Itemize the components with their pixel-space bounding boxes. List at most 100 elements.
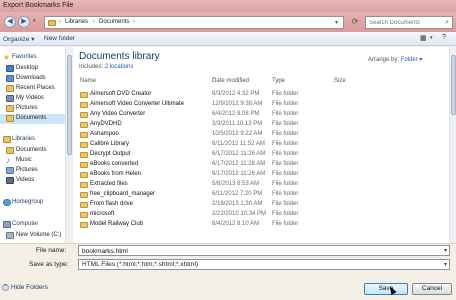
file-type: File folder xyxy=(272,151,299,157)
search-box[interactable]: ⌕ xyxy=(365,16,453,29)
save-as-type-value: HTML Files (*.html;*.htm;*.shtml;*.xhtml… xyxy=(82,261,199,268)
hide-folders-label: Hide Folders xyxy=(11,284,48,292)
nav-downloads[interactable]: Downloads xyxy=(0,74,70,84)
nav-pictures-library[interactable]: Pictures xyxy=(0,166,70,176)
file-row[interactable]: Any Video Converter 6/4/2012 9:08 PM Fil… xyxy=(73,110,443,120)
file-type: File folder xyxy=(272,161,299,167)
folder-icon xyxy=(80,202,88,208)
file-name: Aimersoft DVD Creator xyxy=(90,91,152,97)
includes-prefix: Includes: xyxy=(79,64,105,70)
forward-button[interactable]: ▶ xyxy=(18,16,30,28)
history-chevron-icon[interactable]: ▾ xyxy=(33,18,36,24)
breadcrumb-documents[interactable]: Documents xyxy=(99,19,129,25)
file-row[interactable]: free_clipboard_manager 6/11/2012 7:20 PM… xyxy=(73,190,443,200)
column-header-name[interactable]: Name xyxy=(80,78,96,84)
nav-music[interactable]: ♪ Music xyxy=(0,156,70,166)
save-button[interactable]: Save xyxy=(364,283,408,295)
column-header-date[interactable]: Date modified xyxy=(212,78,249,84)
collapse-icon: ^ xyxy=(2,284,9,291)
file-row[interactable]: Aimersoft Video Converter Ultimate 12/9/… xyxy=(73,100,443,110)
nav-scrollbar-thumb[interactable] xyxy=(67,55,72,155)
help-icon[interactable]: ? xyxy=(442,34,446,41)
nav-label: Pictures xyxy=(16,167,38,173)
breadcrumb-chevron-icon[interactable]: › xyxy=(133,19,135,25)
organize-menu-button[interactable]: Organize ▾ xyxy=(3,35,34,43)
file-name-field[interactable]: ▾ xyxy=(78,245,450,256)
nav-new-volume-c[interactable]: New Volume (C:) xyxy=(0,231,70,241)
includes-locations-link[interactable]: 2 locations xyxy=(105,64,134,70)
nav-label: Pictures xyxy=(16,105,38,111)
file-type: File folder xyxy=(272,211,299,217)
file-row[interactable]: From flash drive 2/18/2013 1:30 AM File … xyxy=(73,200,443,210)
view-dropdown-icon[interactable]: ▾ xyxy=(430,35,433,41)
file-type: File folder xyxy=(272,181,299,187)
search-input[interactable] xyxy=(369,18,439,28)
folder-icon xyxy=(80,212,88,218)
breadcrumb-chevron-icon[interactable]: › xyxy=(59,19,61,25)
view-options-icon[interactable]: ▦ xyxy=(420,34,427,42)
nav-recent-places[interactable]: Recent Places xyxy=(0,84,70,94)
nav-pictures-favorite[interactable]: Pictures xyxy=(0,104,70,114)
file-list-scrollbar-thumb[interactable] xyxy=(451,55,456,115)
arrange-by-dropdown[interactable]: Folder ▾ xyxy=(401,57,423,63)
forward-arrow-icon: ▶ xyxy=(21,18,27,25)
file-row[interactable]: eBooks converted 6/17/2012 11:28 AM File… xyxy=(73,160,443,170)
file-row[interactable]: microsoft 2/22/2010 10:34 PM File folder xyxy=(73,210,443,220)
nav-label: Documents xyxy=(16,147,47,153)
nav-desktop[interactable]: Desktop xyxy=(0,64,70,74)
save-as-type-select[interactable]: HTML Files (*.html;*.htm;*.shtml;*.xhtml… xyxy=(78,259,450,270)
nav-scrollbar[interactable] xyxy=(65,47,72,243)
file-row[interactable]: Model Railway Club 6/4/2012 8:10 AM File… xyxy=(73,220,443,230)
file-list-pane: Documents library Includes: 2 locations … xyxy=(73,47,449,243)
nav-favorites[interactable]: ★ Favorites xyxy=(0,53,70,63)
file-row[interactable]: Extracted files 5/8/2013 8:53 AM File fo… xyxy=(73,180,443,190)
back-button[interactable]: ◀ xyxy=(4,16,16,28)
nav-computer[interactable]: Computer xyxy=(0,220,70,230)
search-icon[interactable]: ⌕ xyxy=(445,19,449,27)
downloads-icon xyxy=(6,75,14,82)
folder-icon xyxy=(80,172,88,178)
breadcrumb-libraries[interactable]: Libraries xyxy=(65,19,88,25)
file-name-dropdown-icon[interactable]: ▾ xyxy=(444,247,447,254)
pictures-icon xyxy=(6,167,14,174)
file-date: 6/11/2012 11:52 AM xyxy=(212,141,265,147)
star-icon: ★ xyxy=(3,53,11,62)
new-folder-button[interactable]: New folder xyxy=(44,35,75,42)
column-header-size[interactable]: Size xyxy=(334,78,346,84)
file-row[interactable]: Aimersoft DVD Creator 8/3/2012 4:32 PM F… xyxy=(73,90,443,100)
nav-label: Desktop xyxy=(16,65,39,71)
nav-libraries[interactable]: Libraries xyxy=(0,135,70,145)
nav-label: Downloads xyxy=(16,75,46,81)
file-type: File folder xyxy=(272,131,299,137)
save-as-type-dropdown-icon[interactable]: ▾ xyxy=(444,261,447,268)
nav-my-videos[interactable]: My Videos xyxy=(0,94,70,104)
cancel-button[interactable]: Cancel xyxy=(412,283,452,295)
address-bar[interactable]: › Libraries › Documents › ▾ xyxy=(44,16,344,29)
title-bar: Export Bookmarks File xyxy=(0,0,456,12)
refresh-button[interactable]: ⟳ xyxy=(348,16,362,29)
file-date: 2/18/2013 1:30 AM xyxy=(212,201,263,207)
nav-label: New Volume (C:) xyxy=(16,232,62,238)
file-list-scrollbar[interactable] xyxy=(449,47,456,243)
file-type: File folder xyxy=(272,111,299,117)
documents-folder-icon xyxy=(6,115,14,122)
file-row[interactable]: Ashampoo 10/5/2012 9:22 AM File folder xyxy=(73,130,443,140)
nav-homegroup[interactable]: Homegroup xyxy=(0,198,70,208)
file-row[interactable]: Calibre Library 6/11/2012 11:52 AM File … xyxy=(73,140,443,150)
address-dropdown-icon[interactable]: ▾ xyxy=(335,19,338,26)
nav-label: Documents xyxy=(16,115,47,121)
file-name-input[interactable] xyxy=(82,247,415,255)
file-name: From flash drive xyxy=(90,201,134,207)
file-row[interactable]: eBooks from Helen 6/17/2012 11:26 AM Fil… xyxy=(73,170,443,180)
hide-folders-button[interactable]: ^ Hide Folders xyxy=(2,284,48,291)
column-header-type[interactable]: Type xyxy=(272,78,285,84)
nav-documents-favorite[interactable]: Documents xyxy=(0,114,70,124)
file-row[interactable]: Decrypt Output 6/17/2012 11:26 AM File f… xyxy=(73,150,443,160)
nav-label: Libraries xyxy=(12,136,36,142)
file-name: eBooks from Helen xyxy=(90,171,142,177)
file-row[interactable]: AnyDVDHD 3/3/2011 10:13 PM File folder xyxy=(73,120,443,130)
nav-videos-library[interactable]: Videos xyxy=(0,176,70,186)
file-date: 6/4/2012 8:10 AM xyxy=(212,221,260,227)
nav-documents-library[interactable]: Documents xyxy=(0,146,70,156)
breadcrumb-chevron-icon[interactable]: › xyxy=(93,19,95,25)
